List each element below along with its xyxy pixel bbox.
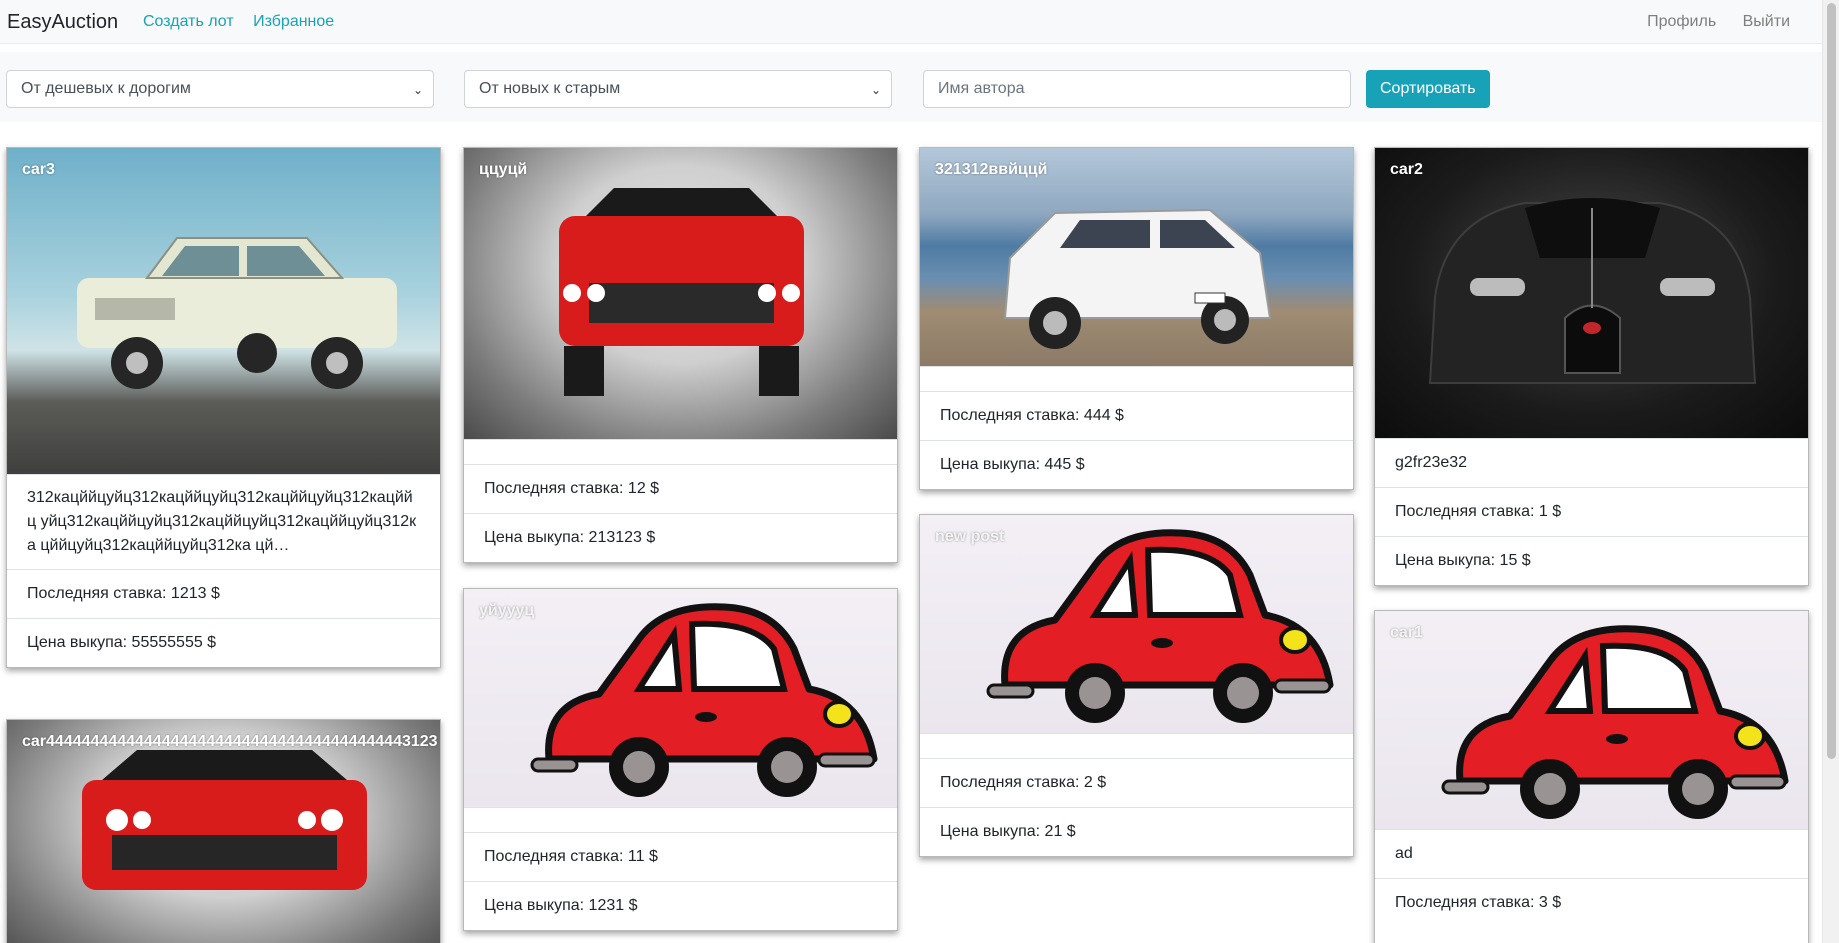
lot-buyout-price: Цена выкупа: 15 $: [1375, 536, 1808, 585]
cartoon-car-icon: [530, 603, 878, 797]
lot-image: car1: [1375, 611, 1808, 829]
lot-last-bid: Последняя ставка: 1213 $: [7, 569, 440, 618]
nav-profile[interactable]: Профиль: [1647, 13, 1716, 30]
price-sort-select[interactable]: От дешевых к дорогим ⌄: [6, 70, 434, 108]
lot-description-empty: [464, 807, 897, 832]
lot-buyout-price: Цена выкупа: 445 $: [920, 440, 1353, 489]
lot-last-bid: Последняя ставка: 3 $: [1375, 878, 1808, 927]
lot-image: car4444444444444444444444444444444444444…: [7, 720, 440, 943]
lot-card[interactable]: car3 312кацййцуйц312кацййцуйц312кацййцуй…: [6, 147, 441, 668]
lot-buyout-price: Цена выкупа: 55555555 $: [7, 618, 440, 667]
nav-logout[interactable]: Выйти: [1743, 13, 1790, 30]
lot-title: new post: [935, 528, 1005, 545]
lot-card[interactable]: ццуцй Последняя ставка: 12 $ Цена выкупа…: [463, 147, 898, 563]
lot-card[interactable]: уйуууц Последняя ставка: 11 $ Цена выкуп…: [463, 588, 898, 931]
page-scrollbar[interactable]: [1822, 0, 1839, 943]
lot-image: car2: [1375, 148, 1808, 438]
lot-description-empty: [464, 439, 897, 464]
lot-card[interactable]: 321312ввйццй Последняя ставка: 444 $ Цен…: [919, 147, 1354, 490]
chevron-down-icon: ⌄: [412, 83, 423, 97]
nav-links: Создать лот Избранное: [143, 13, 349, 31]
lot-image: new post: [920, 515, 1353, 733]
lot-title: 321312ввйццй: [935, 161, 1048, 178]
brand-logo[interactable]: EasyAuction: [7, 11, 118, 34]
author-name-input[interactable]: Имя автора: [923, 70, 1351, 108]
author-name-placeholder: Имя автора: [938, 80, 1025, 97]
lot-description: g2fr23e32: [1375, 438, 1808, 487]
lot-buyout-price: Цена выкупа: 21 $: [920, 807, 1353, 856]
lot-description: ad: [1375, 829, 1808, 878]
lot-image: уйуууц: [464, 589, 897, 807]
lot-description: 312кацййцуйц312кацййцуйц312кацййцуйц312к…: [7, 474, 440, 569]
lot-title: car4444444444444444444444444444444444444…: [22, 733, 438, 750]
chevron-down-icon: ⌄: [870, 83, 881, 97]
lot-buyout-price: Цена выкупа: 1231 $: [464, 881, 897, 930]
lot-description-empty: [920, 733, 1353, 758]
date-sort-value: От новых к старым: [479, 80, 621, 97]
lot-last-bid: Последняя ставка: 444 $: [920, 391, 1353, 440]
lot-title: car3: [22, 161, 55, 178]
car-photo-icon: [82, 750, 367, 890]
car-photo-icon: [1003, 208, 1272, 349]
lot-card[interactable]: car1 ad Последняя ставка: 3 $: [1374, 610, 1809, 943]
navbar: EasyAuction Создать лот Избранное Профил…: [0, 0, 1822, 44]
lot-title: ццуцй: [479, 161, 528, 178]
nav-favorites[interactable]: Избранное: [253, 13, 334, 30]
lot-last-bid: Последняя ставка: 12 $: [464, 464, 897, 513]
lot-buyout-price: Цена выкупа: 213123 $: [464, 513, 897, 562]
price-sort-value: От дешевых к дорогим: [21, 80, 191, 97]
lot-title: уйуууц: [479, 602, 535, 619]
lot-image: ццуцй: [464, 148, 897, 439]
date-sort-select[interactable]: От новых к старым ⌄: [464, 70, 892, 108]
lot-card[interactable]: new post Последняя ставка: 2 $ Цена выку…: [919, 514, 1354, 857]
lot-last-bid: Последняя ставка: 2 $: [920, 758, 1353, 807]
car-photo-icon: [1428, 198, 1757, 384]
lot-title: car2: [1390, 161, 1423, 178]
lot-last-bid: Последняя ставка: 11 $: [464, 832, 897, 881]
car-photo-icon: [559, 188, 804, 396]
filter-bar: От дешевых к дорогим ⌄ От новых к старым…: [0, 52, 1822, 122]
car-photo-icon: [77, 237, 397, 389]
nav-create-lot[interactable]: Создать лот: [143, 13, 234, 30]
lot-last-bid: Последняя ставка: 1 $: [1375, 487, 1808, 536]
sort-button[interactable]: Сортировать: [1366, 70, 1490, 108]
cartoon-car-icon: [1441, 625, 1789, 819]
lot-title: car1: [1390, 624, 1423, 641]
lot-image: 321312ввйццй: [920, 148, 1353, 366]
cartoon-car-icon: [986, 529, 1334, 723]
nav-user-links: Профиль Выйти: [1625, 13, 1790, 31]
lot-description-empty: [920, 366, 1353, 391]
scrollbar-thumb[interactable]: [1827, 3, 1836, 759]
lot-card[interactable]: car2 g2fr23e32 Последняя ставка: 1 $ Цен…: [1374, 147, 1809, 586]
lot-image: car3: [7, 148, 440, 474]
lot-card[interactable]: car4444444444444444444444444444444444444…: [6, 719, 441, 943]
